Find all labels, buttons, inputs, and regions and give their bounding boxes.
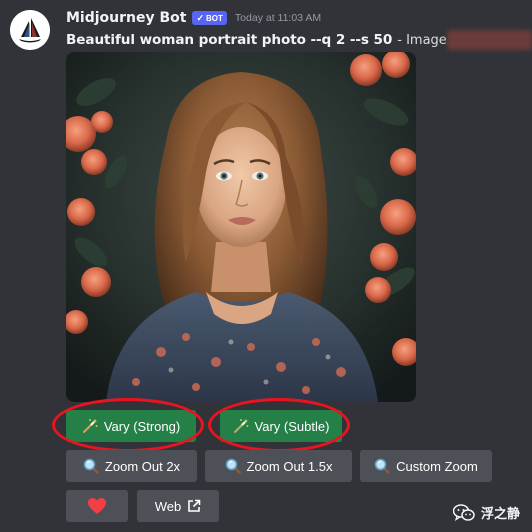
watermark: 浮之静 <box>452 503 520 522</box>
custom-zoom-button[interactable]: Custom Zoom <box>360 450 492 482</box>
message-header: Midjourney Bot ✓ BOT Today at 11:03 AM <box>66 8 321 28</box>
vary-strong-button[interactable]: Vary (Strong) <box>66 410 196 442</box>
magnifier-icon <box>225 458 241 474</box>
prompt-text: Beautiful woman portrait photo --q 2 --s… <box>66 32 393 48</box>
web-label: Web <box>154 498 182 514</box>
prompt-line: Beautiful woman portrait photo --q 2 --s… <box>66 30 470 50</box>
heart-icon <box>87 497 107 515</box>
chat-message: Midjourney Bot ✓ BOT Today at 11:03 AM B… <box>0 0 532 532</box>
web-link-button[interactable]: Web <box>137 490 219 522</box>
redacted-text <box>447 30 532 50</box>
magnifier-icon <box>374 458 390 474</box>
timestamp[interactable]: Today at 11:03 AM <box>235 12 321 24</box>
avatar[interactable] <box>10 10 50 50</box>
external-link-icon <box>187 499 201 513</box>
bot-badge-label: BOT <box>206 13 223 23</box>
vary-strong-label: Vary (Strong) <box>103 418 181 434</box>
verified-check-icon: ✓ <box>196 12 205 23</box>
magnifier-icon <box>83 458 99 474</box>
portrait-image <box>66 52 416 402</box>
vary-subtle-button[interactable]: Vary (Subtle) <box>220 410 342 442</box>
zoom-out-2x-button[interactable]: Zoom Out 2x <box>66 450 197 482</box>
sailboat-logo-icon <box>10 10 50 50</box>
wechat-icon <box>452 503 475 522</box>
magic-wand-icon <box>82 418 98 434</box>
favorite-button[interactable] <box>66 490 128 522</box>
magic-wand-icon <box>233 418 249 434</box>
zoom-out-1-5x-button[interactable]: Zoom Out 1.5x <box>205 450 352 482</box>
bot-badge: ✓ BOT <box>192 11 227 25</box>
custom-zoom-label: Custom Zoom <box>396 458 478 474</box>
author-name[interactable]: Midjourney Bot <box>66 10 186 26</box>
generated-image[interactable] <box>66 52 416 402</box>
vary-subtle-label: Vary (Subtle) <box>254 418 330 434</box>
zoom-out-2x-label: Zoom Out 2x <box>104 458 181 474</box>
zoom-out-1-5x-label: Zoom Out 1.5x <box>246 458 333 474</box>
watermark-text: 浮之静 <box>480 507 520 522</box>
